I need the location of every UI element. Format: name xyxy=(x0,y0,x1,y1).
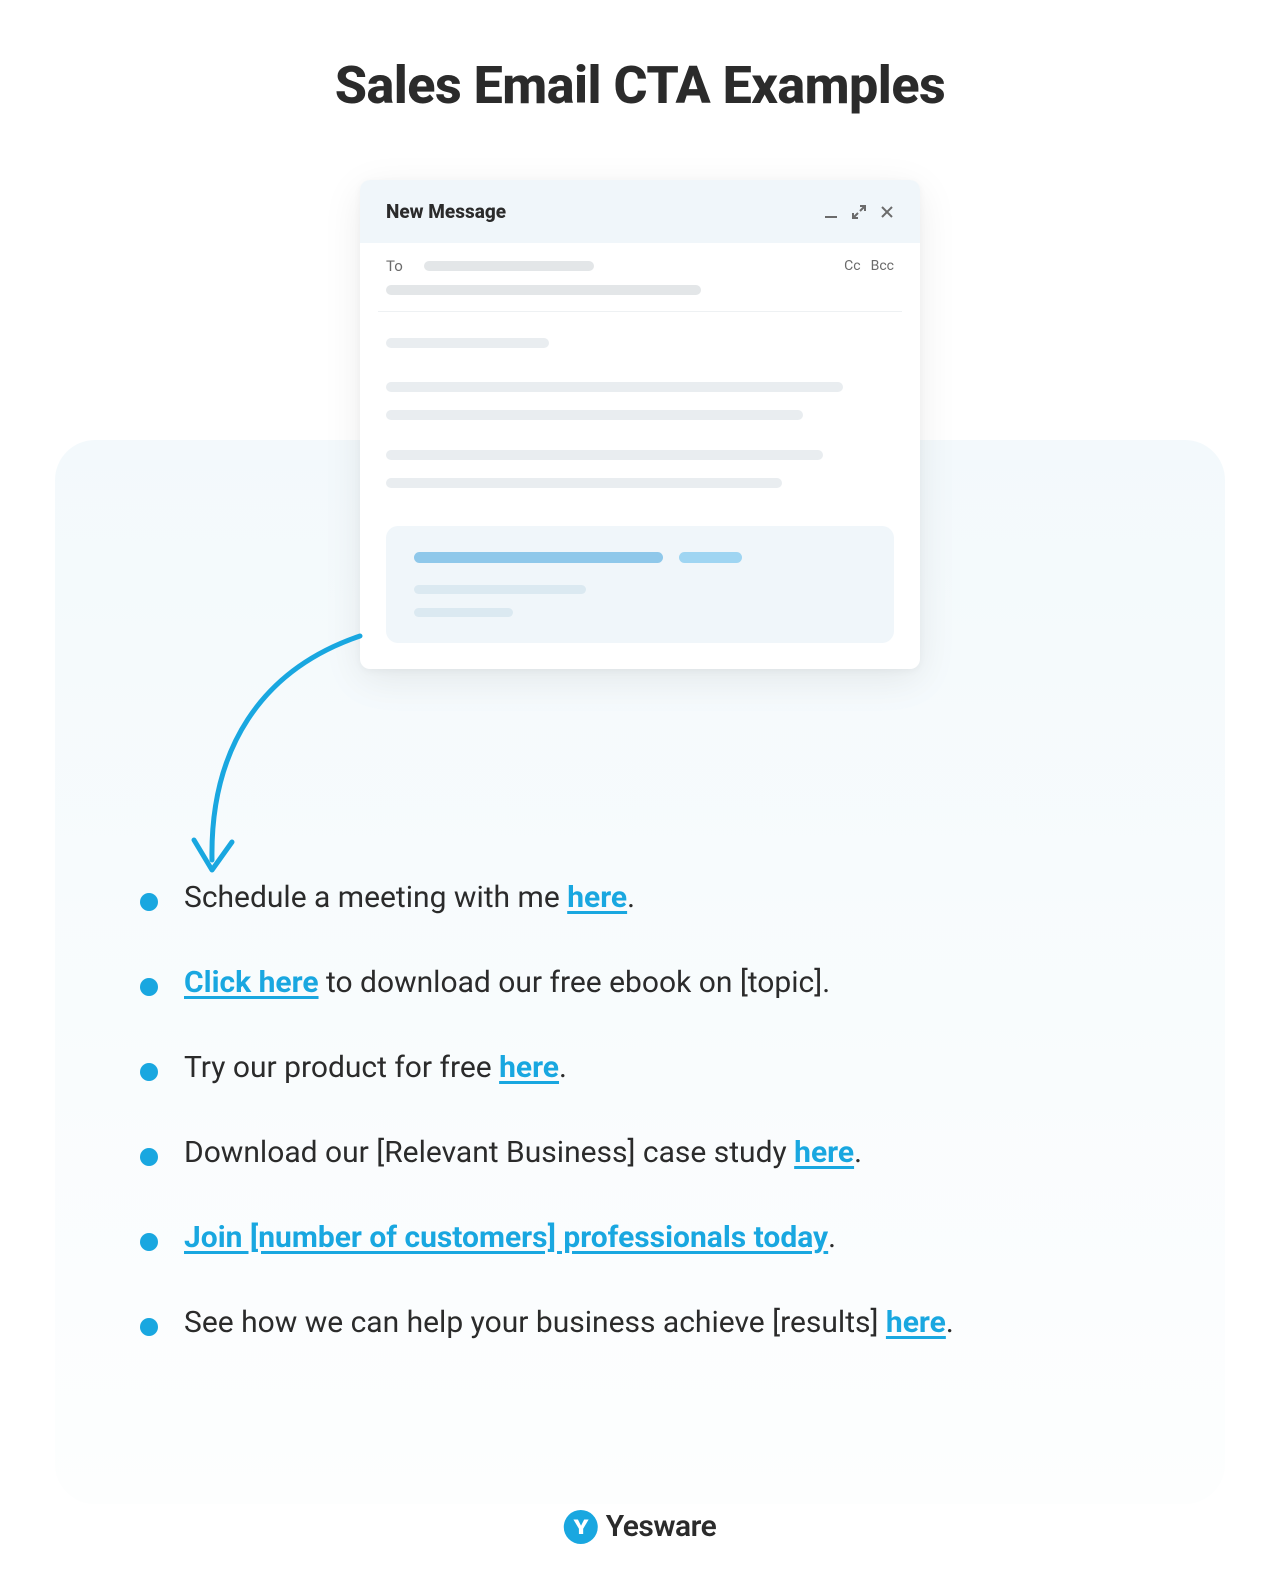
cta-example: Schedule a meeting with me here. xyxy=(140,880,1180,915)
cta-placeholder-bar xyxy=(679,552,742,563)
body-placeholder-line xyxy=(386,450,823,460)
cta-highlight-block xyxy=(386,526,894,643)
brand-mark-icon: Y xyxy=(564,1510,598,1544)
cta-link[interactable]: here xyxy=(567,880,627,915)
bullet-icon xyxy=(140,893,158,911)
cta-example: Click here to download our free ebook on… xyxy=(140,965,1180,1000)
subject-row xyxy=(360,285,920,311)
compose-header: New Message xyxy=(360,180,920,243)
cta-placeholder-bar xyxy=(414,585,586,594)
bullet-icon xyxy=(140,1233,158,1251)
cta-link[interactable]: Click here xyxy=(184,965,319,1000)
compose-body xyxy=(360,312,920,516)
cta-text: See how we can help your business achiev… xyxy=(184,1305,954,1340)
body-placeholder-line xyxy=(386,478,782,488)
bullet-icon xyxy=(140,1063,158,1081)
cta-text: Click here to download our free ebook on… xyxy=(184,965,830,1000)
cta-link[interactable]: here xyxy=(886,1305,946,1340)
cta-examples-list: Schedule a meeting with me here. Click h… xyxy=(140,880,1180,1390)
body-placeholder-line xyxy=(386,382,843,392)
subject-placeholder[interactable] xyxy=(386,285,701,295)
close-icon[interactable] xyxy=(880,205,894,219)
window-controls xyxy=(824,205,894,219)
cta-link[interactable]: Join [number of customers] professionals… xyxy=(184,1220,828,1255)
email-compose-window: New Message To Cc Bcc xyxy=(360,180,920,669)
cta-text: Schedule a meeting with me here. xyxy=(184,880,635,915)
brand-name: Yesware xyxy=(606,1509,716,1544)
body-placeholder-line xyxy=(386,338,549,348)
cta-text: Try our product for free here. xyxy=(184,1050,567,1085)
expand-icon[interactable] xyxy=(852,205,866,219)
cta-example: Try our product for free here. xyxy=(140,1050,1180,1085)
minimize-icon[interactable] xyxy=(824,205,838,219)
bullet-icon xyxy=(140,978,158,996)
to-placeholder[interactable] xyxy=(424,261,594,271)
compose-title: New Message xyxy=(386,200,506,223)
cta-link[interactable]: here xyxy=(499,1050,559,1085)
cta-link[interactable]: here xyxy=(794,1135,854,1170)
cta-example: Download our [Relevant Business] case st… xyxy=(140,1135,1180,1170)
cta-placeholder-bar xyxy=(414,552,663,563)
body-placeholder-line xyxy=(386,410,803,420)
to-label: To xyxy=(386,257,408,275)
cta-placeholder-bar xyxy=(414,608,513,617)
cta-text: Join [number of customers] professionals… xyxy=(184,1220,836,1255)
cc-button[interactable]: Cc xyxy=(844,258,860,274)
bullet-icon xyxy=(140,1318,158,1336)
brand-logo: Y Yesware xyxy=(564,1509,716,1544)
page-title: Sales Email CTA Examples xyxy=(0,0,1280,116)
bullet-icon xyxy=(140,1148,158,1166)
cta-text: Download our [Relevant Business] case st… xyxy=(184,1135,862,1170)
cta-example: See how we can help your business achiev… xyxy=(140,1305,1180,1340)
compose-to-row: To Cc Bcc xyxy=(360,243,920,285)
cta-example: Join [number of customers] professionals… xyxy=(140,1220,1180,1255)
bcc-button[interactable]: Bcc xyxy=(871,258,894,274)
